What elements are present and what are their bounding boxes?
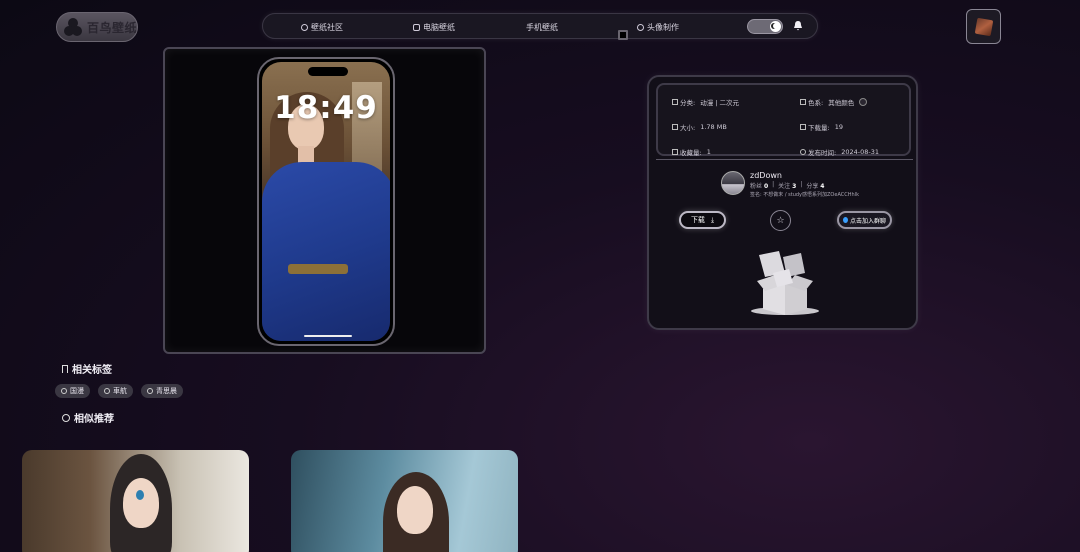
- meta-value: 1.78 MB: [700, 123, 727, 131]
- followers-stat: 粉丝 0: [750, 183, 769, 190]
- meta-box: 分类: 动漫 | 二次元 色系: 其他颜色 大小: 1.78 MB 下载量: 1…: [656, 83, 911, 157]
- nav-item-phone-wallpaper[interactable]: 手机壁纸: [526, 22, 628, 40]
- tag-item[interactable]: 青思晨: [141, 384, 183, 398]
- image-icon: [413, 24, 420, 31]
- file-size-icon: [672, 124, 678, 130]
- divider: [656, 159, 913, 160]
- tag-label: 青思晨: [156, 387, 177, 395]
- wallpaper-info-panel: 分类: 动漫 | 二次元 色系: 其他颜色 大小: 1.78 MB 下载量: 1…: [647, 75, 918, 330]
- following-stat: 关注 3: [778, 183, 797, 190]
- download-count-icon: [800, 124, 806, 130]
- home-indicator: [304, 335, 352, 337]
- similar-title: 相似推荐: [62, 410, 114, 425]
- meta-value: 1: [706, 148, 711, 156]
- star-icon: [672, 149, 678, 155]
- tag-icon: [147, 388, 153, 394]
- bell-icon[interactable]: [793, 20, 802, 31]
- nav-item-label: 头像制作: [647, 23, 679, 32]
- join-group-label: 点击加入群聊: [849, 217, 886, 225]
- meta-label: 大小:: [680, 124, 696, 132]
- nav-item-avatar-maker[interactable]: 头像制作: [637, 22, 679, 33]
- wallpaper-image: 18:49: [262, 62, 390, 341]
- smile-icon: [637, 24, 644, 31]
- meta-label: 下载量:: [808, 124, 830, 132]
- nav-item-label: 电脑壁纸: [423, 23, 455, 32]
- user-avatar-icon: [974, 17, 993, 36]
- uploader-signature: 签名: 不想做末 / study感悟系列加ZOeACCHhlk: [750, 192, 859, 198]
- tag-icon: [61, 388, 67, 394]
- meta-published: 发布时间: 2024-08-31: [800, 147, 879, 157]
- download-label: 下载: [690, 216, 705, 224]
- favorite-button[interactable]: ☆: [770, 210, 791, 231]
- nav-item-pc-wallpaper[interactable]: 电脑壁纸: [413, 22, 455, 33]
- meta-label: 分类:: [680, 99, 696, 107]
- palette-icon: [800, 99, 806, 105]
- download-icon: ⤓: [710, 215, 715, 224]
- phone-icon: [618, 30, 628, 40]
- meta-label: 收藏量:: [680, 149, 702, 157]
- empty-box-illustration: [751, 251, 819, 315]
- lockscreen-clock: 18:49: [274, 90, 378, 126]
- meta-value: 其他颜色: [828, 99, 855, 107]
- meta-downloads: 下载量: 19: [800, 122, 843, 132]
- tag-item[interactable]: 国漫: [55, 384, 90, 398]
- meta-label: 色系:: [808, 99, 824, 107]
- logo-text: 百鸟壁纸: [87, 20, 138, 35]
- section-title-text: 相似推荐: [74, 414, 114, 425]
- color-swatch: [859, 98, 868, 106]
- meta-favorites: 收藏量: 1: [672, 147, 711, 157]
- wallpaper-preview: 18:49: [163, 47, 486, 354]
- tag-label: 国漫: [70, 387, 84, 395]
- meta-value: 2024-08-31: [841, 148, 879, 156]
- phone-frame: 18:49: [257, 57, 395, 346]
- user-avatar-button[interactable]: [966, 9, 1001, 44]
- qq-icon: [842, 217, 848, 223]
- clock-icon: [800, 149, 806, 155]
- tag-item[interactable]: 車航: [98, 384, 133, 398]
- star-outline-icon: ☆: [776, 215, 785, 226]
- uploader-name[interactable]: zdDown: [750, 171, 859, 180]
- uploader-stats: 粉丝 0 | 关注 3 | 分享 4: [750, 181, 825, 190]
- phone-notch: [308, 67, 348, 76]
- recommend-icon: [62, 413, 70, 422]
- nav-item-label: 壁纸社区: [311, 23, 343, 32]
- tag-icon: [104, 388, 110, 394]
- meta-value: 19: [834, 123, 843, 131]
- section-title-text: 相关标签: [72, 365, 112, 376]
- meta-category: 分类: 动漫 | 二次元: [672, 97, 739, 107]
- uploader-card: zdDown 粉丝 0 | 关注 3 | 分享 4 签名: 不想做末 / stu…: [721, 171, 859, 198]
- meta-label: 发布时间:: [808, 149, 837, 157]
- avatar[interactable]: [721, 171, 745, 195]
- recommend-card[interactable]: [22, 450, 249, 552]
- nav-item-label: 手机壁纸: [526, 23, 558, 32]
- moon-icon: [773, 23, 779, 29]
- meta-color: 色系: 其他颜色: [800, 97, 868, 107]
- nav-item-community[interactable]: 壁纸社区: [301, 22, 343, 33]
- site-logo[interactable]: 百鸟壁纸: [56, 12, 138, 42]
- top-nav: 壁纸社区 电脑壁纸 手机壁纸 头像制作: [262, 13, 818, 40]
- tag-list: 国漫 車航 青思晨: [55, 384, 183, 398]
- category-icon: [672, 99, 678, 105]
- download-button[interactable]: 下载 ⤓: [679, 211, 726, 229]
- shares-stat: 分享 4: [806, 183, 825, 190]
- logo-icon: [63, 17, 83, 37]
- recommend-card[interactable]: [291, 450, 518, 552]
- theme-toggle[interactable]: [747, 19, 783, 34]
- bookmark-icon: [62, 364, 68, 373]
- meta-value: 动漫 | 二次元: [700, 99, 740, 107]
- related-tags-title: 相关标签: [62, 361, 112, 376]
- meta-size: 大小: 1.78 MB: [672, 122, 727, 132]
- community-icon: [301, 24, 308, 31]
- tag-label: 車航: [113, 387, 127, 395]
- join-group-button[interactable]: 点击加入群聊: [837, 211, 892, 229]
